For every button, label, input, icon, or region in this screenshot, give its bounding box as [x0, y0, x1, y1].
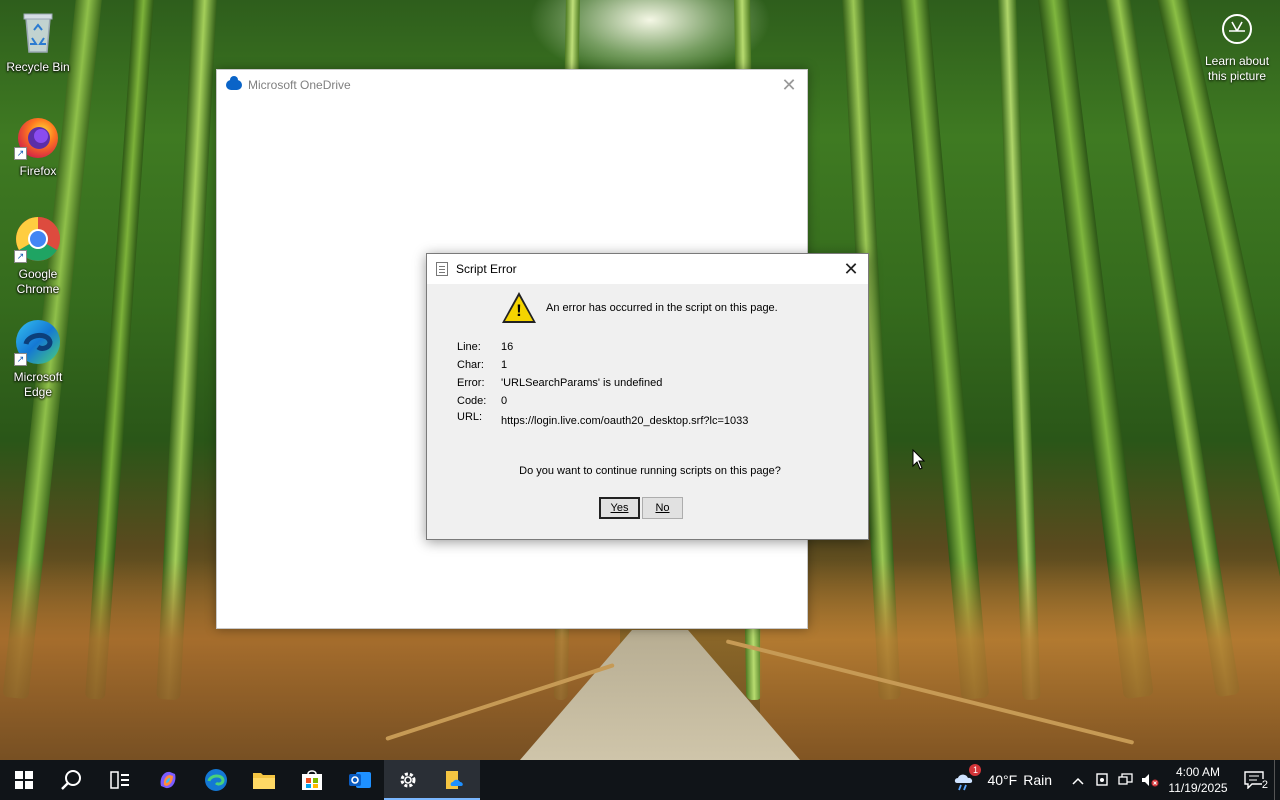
ground-foliage [760, 560, 1280, 760]
detail-key: URL: [457, 411, 483, 423]
weather-alert-badge: 1 [969, 764, 982, 776]
weather-rain-icon: 1 [953, 764, 982, 791]
desktop-icon-microsoft-edge[interactable]: ↗ Microsoft Edge [0, 318, 76, 400]
gear-icon [400, 772, 416, 788]
clock-time: 4:00 AM [1175, 765, 1221, 779]
copilot-icon [160, 771, 176, 789]
onedrive-cloud-icon [226, 76, 242, 90]
chevron-up-icon[interactable] [1066, 772, 1090, 788]
desktop-icon-label: Google Chrome [16, 267, 60, 296]
no-button[interactable]: No [642, 497, 683, 519]
detail-value: 0 [501, 395, 508, 407]
desktop-icon-firefox[interactable]: ↗ Firefox [0, 112, 76, 179]
detail-key: Error: [457, 377, 485, 389]
detail-value: 'URLSearchParams' is undefined [501, 377, 663, 389]
yes-button[interactable]: Yes [599, 497, 640, 519]
document-icon [436, 262, 448, 276]
detail-key: Line: [457, 341, 481, 353]
mouse-pointer-icon [912, 449, 926, 470]
edge-icon [205, 769, 227, 791]
desktop-icon-google-chrome[interactable]: ↗ Google Chrome [0, 215, 76, 297]
notification-count: 2 [1261, 779, 1268, 791]
dialog-title: Script Error [456, 262, 517, 276]
shortcut-arrow-icon: ↗ [14, 250, 27, 263]
detail-row-char: Char: 1 [457, 356, 748, 374]
detail-value: 1 [501, 359, 508, 371]
shortcut-arrow-icon: ↗ [14, 353, 27, 366]
taskbar-file-explorer[interactable] [240, 760, 288, 800]
detail-key: Char: [457, 359, 484, 371]
folder-icon [253, 773, 275, 789]
network-icon[interactable] [1114, 773, 1138, 787]
onedrive-setup-icon [446, 771, 463, 789]
start-button[interactable] [0, 760, 48, 800]
store-icon [302, 770, 322, 790]
error-details: Line: 16 Char: 1 Error: 'URLSearchParams… [457, 338, 748, 429]
detail-row-line: Line: 16 [457, 338, 748, 356]
taskbar-settings[interactable] [384, 760, 432, 800]
dialog-close-button[interactable]: ✕ [840, 258, 862, 280]
detail-row-code: Code: 0 [457, 392, 748, 410]
show-desktop-button[interactable] [1274, 760, 1280, 800]
yes-label: Yes [610, 502, 629, 514]
continue-question: Do you want to continue running scripts … [519, 465, 781, 477]
search-icon [61, 770, 81, 790]
taskbar-onedrive-setup[interactable] [432, 760, 480, 800]
error-message: An error has occurred in the script on t… [546, 302, 778, 314]
desktop-icon-recycle-bin[interactable]: Recycle Bin [0, 8, 76, 75]
dialog-buttons: Yes No [599, 497, 683, 519]
onedrive-close-button[interactable]: ✕ [779, 75, 799, 95]
learn-about-picture[interactable]: Learn about this picture [1198, 14, 1276, 84]
taskbar-edge[interactable] [192, 760, 240, 800]
task-view-icon [110, 771, 129, 789]
taskbar-copilot[interactable] [144, 760, 192, 800]
detail-row-error: Error: 'URLSearchParams' is undefined [457, 374, 748, 392]
detail-value: https://login.live.com/oauth20_desktop.s… [501, 415, 749, 427]
firefox-icon: ↗ [14, 112, 62, 160]
recycle-bin-icon [14, 8, 62, 56]
search-button[interactable] [48, 760, 96, 800]
weather-widget[interactable]: 1 40°F Rain [953, 764, 1052, 791]
weather-text: Rain [1023, 772, 1052, 788]
desktop-icon-label: Firefox [19, 164, 57, 178]
clock[interactable]: 4:00 AM 11/19/2025 [1162, 764, 1234, 796]
shortcut-arrow-icon: ↗ [14, 147, 27, 160]
dialog-titlebar[interactable]: Script Error [427, 254, 868, 284]
taskbar-outlook[interactable] [336, 760, 384, 800]
script-error-dialog[interactable]: Script Error ✕ ! An error has occurred i… [426, 253, 869, 540]
chrome-icon: ↗ [14, 215, 62, 263]
detail-value: 16 [501, 341, 514, 353]
detail-row-url: URL: https://login.live.com/oauth20_desk… [457, 411, 748, 429]
error-message-row: ! An error has occurred in the script on… [502, 292, 778, 324]
taskbar: 1 40°F Rain 4:00 AM 11/19/2025 2 [0, 760, 1280, 800]
no-label: No [655, 502, 670, 514]
outlook-icon [349, 772, 371, 788]
clock-date: 11/19/2025 [1168, 781, 1228, 795]
camera-icon [1222, 14, 1252, 44]
taskbar-store[interactable] [288, 760, 336, 800]
learn-label: Learn about this picture [1204, 54, 1270, 83]
onedrive-titlebar[interactable]: Microsoft OneDrive [217, 70, 807, 100]
notification-center-button[interactable]: 2 [1234, 771, 1274, 791]
desktop-icon-label: Microsoft Edge [13, 370, 63, 399]
detail-key: Code: [457, 395, 487, 407]
system-tray: 1 40°F Rain 4:00 AM 11/19/2025 2 [953, 760, 1280, 800]
onedrive-title: Microsoft OneDrive [248, 78, 351, 92]
task-view-button[interactable] [96, 760, 144, 800]
volume-muted-icon[interactable] [1138, 773, 1162, 787]
tray-device-icon[interactable] [1090, 772, 1114, 788]
windows-logo-icon [15, 771, 33, 789]
weather-temp: 40°F [987, 772, 1018, 788]
desktop-icon-label: Recycle Bin [6, 60, 70, 74]
warning-icon: ! [502, 292, 536, 324]
edge-icon: ↗ [14, 318, 62, 366]
